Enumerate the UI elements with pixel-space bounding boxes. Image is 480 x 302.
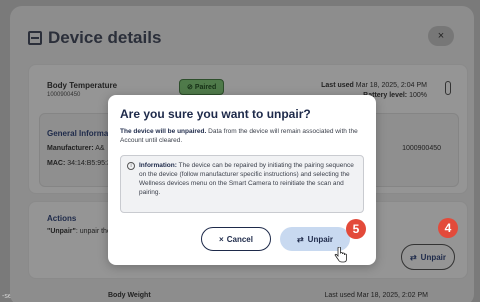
panel-header: Device details	[28, 28, 161, 48]
unpair-confirm-label: Unpair	[307, 234, 334, 244]
next-device-name: Body Weight	[108, 292, 151, 299]
mac-row: MAC: 34:14:B5:95:3	[47, 160, 111, 167]
hand-cursor-icon	[334, 247, 347, 263]
close-icon: ×	[219, 234, 224, 244]
status-label: Paired	[194, 84, 217, 91]
battery-value: 100%	[409, 92, 427, 99]
last-used-value: Mar 18, 2025, 2:04 PM	[355, 82, 427, 89]
dialog-desc-bold: The device will be unpaired.	[120, 128, 207, 135]
check-circle-icon: ⊘	[187, 84, 193, 91]
cancel-label: Cancel	[226, 234, 253, 244]
dialog-title: Are you sure you want to unpair?	[120, 107, 311, 121]
actions-desc-quote: "Unpair"	[47, 228, 76, 235]
step-badge-4: 4	[438, 218, 458, 238]
close-button[interactable]: ×	[428, 26, 454, 46]
unpair-confirm-dialog: Are you sure you want to unpair? The dev…	[108, 95, 376, 265]
cancel-button[interactable]: × Cancel	[201, 227, 271, 251]
mac-value: 34:14:B5:95:3	[67, 160, 111, 167]
device-icon	[28, 31, 42, 45]
thermometer-icon	[445, 81, 451, 95]
manufacturer-row: Manufacturer: A&	[47, 145, 105, 152]
unlink-icon: ⇄	[296, 234, 304, 244]
dialog-description: The device will be unpaired. Data from t…	[120, 127, 368, 145]
actions-description: "Unpair": unpair the	[47, 228, 111, 235]
unpair-button-background[interactable]: ⇄ Unpair	[401, 244, 455, 270]
next-device-last-used: Last used Mar 18, 2025, 2:02 PM	[324, 292, 428, 299]
device-name: Body Temperature	[47, 81, 118, 90]
info-icon: i	[127, 162, 135, 170]
info-box: i Information: The device can be repaire…	[120, 155, 364, 213]
manufacturer-value: A&	[95, 145, 105, 152]
manufacturer-label: Manufacturer:	[47, 145, 94, 152]
unpair-label: Unpair	[420, 252, 447, 262]
mac-label: MAC:	[47, 160, 66, 167]
info-bold: Information:	[139, 162, 177, 169]
device-id: 1000900450	[47, 92, 81, 98]
serial-value: 1000900450	[402, 145, 441, 152]
step-badge-5: 5	[346, 219, 366, 239]
page-title: Device details	[48, 28, 162, 47]
general-info-title: General Informa	[47, 129, 109, 138]
info-text: Information: The device can be repaired …	[139, 161, 359, 197]
status-badge: ⊘ Paired	[179, 79, 225, 95]
last-used-label: Last used	[321, 82, 354, 89]
actions-desc-rest: : unpair the	[75, 228, 111, 235]
unlink-icon: ⇄	[409, 252, 417, 262]
actions-title: Actions	[47, 214, 77, 223]
